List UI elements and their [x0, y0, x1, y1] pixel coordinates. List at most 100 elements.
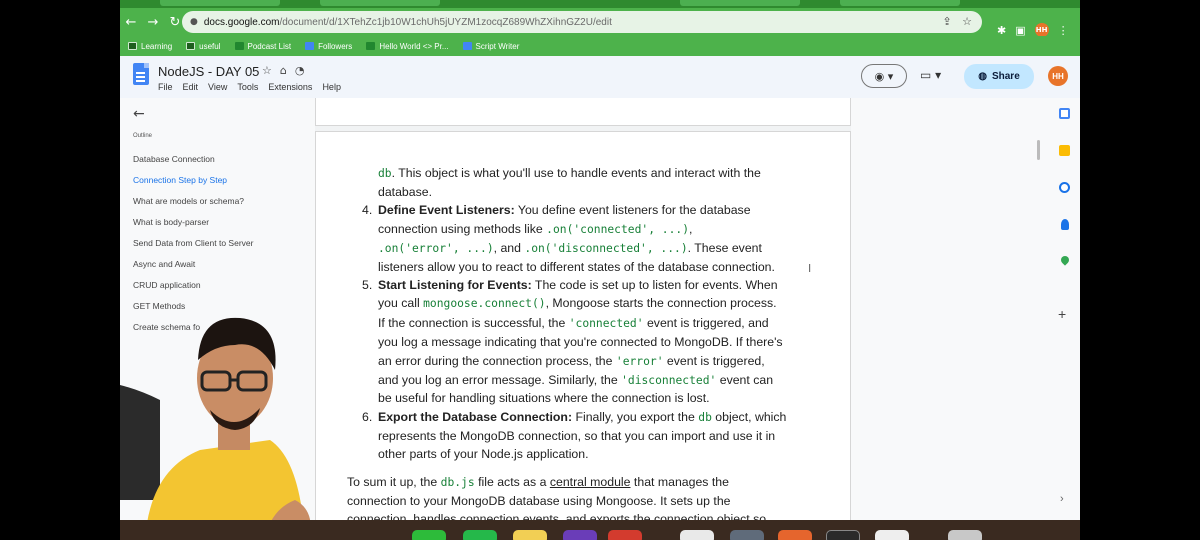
calendar-icon[interactable]: [1059, 108, 1070, 119]
text-span: Finally, you export the: [572, 410, 699, 424]
trash-icon[interactable]: [948, 530, 982, 540]
doc-status-icon[interactable]: ◔: [295, 64, 305, 77]
url-bar[interactable]: ● docs.google.com/document/d/1XTehZc1jb1…: [182, 11, 982, 33]
add-addon-icon[interactable]: +: [1058, 306, 1066, 322]
text-span: . These event: [687, 241, 762, 255]
terminal-icon[interactable]: [826, 530, 860, 540]
bold-span: Export the Database Connection:: [378, 410, 573, 424]
back-arrow-icon[interactable]: ←: [133, 106, 145, 122]
browser-tab[interactable]: [160, 0, 280, 6]
text-line: an error during the connection process, …: [378, 354, 765, 368]
text-line: be useful for handling situations where …: [378, 391, 710, 405]
menu-edit[interactable]: Edit: [183, 82, 199, 92]
whatsapp-icon[interactable]: [463, 530, 497, 540]
outline-item[interactable]: CRUD application: [133, 280, 303, 301]
text-line: listeners allow you to react to differen…: [378, 260, 775, 274]
browser-tab[interactable]: [320, 0, 440, 6]
bookmark-followers[interactable]: Followers: [305, 42, 352, 51]
share-button[interactable]: ◍ Share: [964, 64, 1034, 89]
text-line: you call mongoose.connect(), Mongoose st…: [378, 296, 777, 310]
outline-item[interactable]: What is body-parser: [133, 217, 303, 238]
menu-extensions[interactable]: Extensions: [268, 82, 312, 92]
dock: [120, 520, 1080, 540]
menu-file[interactable]: File: [158, 82, 173, 92]
document-page[interactable]: db. This object is what you'll use to ha…: [315, 98, 851, 540]
forward-icon[interactable]: →: [142, 15, 164, 30]
chevron-right-icon[interactable]: ›: [1060, 493, 1064, 505]
app-icon[interactable]: [680, 530, 714, 540]
outline-item[interactable]: Database Connection: [133, 154, 303, 175]
code-span: .on('error', ...): [378, 242, 494, 255]
outline-item[interactable]: What are models or schema?: [133, 196, 303, 217]
window-icon[interactable]: ▣: [1015, 24, 1025, 37]
doc-icon: [305, 42, 315, 50]
docs-header: NodeJS - DAY 05 ☆ ⌂ ◔ File Edit View Too…: [120, 56, 1080, 98]
list-number: 6.: [362, 410, 373, 424]
code-span: db: [378, 167, 392, 180]
back-icon[interactable]: ←: [120, 15, 142, 30]
google-docs-logo-icon[interactable]: [133, 63, 149, 85]
app-icon[interactable]: [563, 530, 597, 540]
meet-button[interactable]: ▭ ▾: [920, 68, 941, 82]
sheet-icon: [366, 42, 376, 50]
maps-icon[interactable]: [1059, 254, 1071, 266]
code-span: db: [698, 411, 712, 424]
code-span: .on('disconnected', ...): [524, 242, 688, 255]
text-line: connection to your MongoDB database usin…: [347, 494, 731, 508]
contacts-icon[interactable]: [1061, 219, 1069, 230]
webcam-overlay: [120, 317, 310, 540]
list-number: 4.: [362, 203, 373, 217]
app-icon[interactable]: [875, 530, 909, 540]
bookmark-learning[interactable]: Learning: [128, 42, 172, 51]
tab-strip: [120, 0, 1080, 8]
profile-avatar[interactable]: HH: [1034, 23, 1049, 37]
code-span: 'connected': [568, 317, 644, 330]
document-title[interactable]: NodeJS - DAY 05: [158, 64, 259, 79]
menu-help[interactable]: Help: [322, 82, 341, 92]
outline-item-active[interactable]: Connection Step by Step: [133, 175, 303, 196]
site-info-icon[interactable]: ●: [190, 17, 198, 27]
bookmark-label: Script Writer: [475, 41, 520, 51]
notes-icon[interactable]: [513, 530, 547, 540]
list-number: 5.: [362, 278, 373, 292]
text-span: event is triggered,: [663, 354, 765, 368]
bookmark-script-writer[interactable]: Script Writer: [462, 41, 520, 51]
scrollbar-thumb[interactable]: [1037, 140, 1040, 160]
outline-item[interactable]: Send Data from Client to Server: [133, 238, 303, 259]
text-span: file acts as a: [474, 475, 550, 489]
move-folder-icon[interactable]: ⌂: [280, 64, 287, 77]
facetime-icon[interactable]: [412, 530, 446, 540]
folder-icon: [186, 42, 196, 50]
text-line: If the connection is successful, the 'co…: [378, 316, 769, 330]
app-icon[interactable]: [778, 530, 812, 540]
text-line: .on('error', ...), and .on('disconnected…: [378, 241, 762, 255]
user-avatar[interactable]: HH: [1048, 66, 1068, 86]
eye-icon: ◉: [874, 69, 885, 83]
bookmark-label: Podcast List: [247, 41, 292, 51]
page-break: [315, 125, 851, 132]
outline-item[interactable]: Async and Await: [133, 259, 303, 280]
sheet-icon: [234, 42, 244, 50]
browser-tab[interactable]: [680, 0, 800, 6]
bookmark-hello-world[interactable]: Hello World <> Pr...: [366, 42, 449, 51]
editing-mode-button[interactable]: ◉ ▾: [861, 64, 907, 88]
keep-icon[interactable]: [1059, 145, 1070, 156]
outline-label: Outline: [133, 133, 153, 139]
kebab-menu-icon[interactable]: ⋮: [1058, 24, 1069, 37]
bookmark-star-icon[interactable]: ☆: [962, 15, 972, 28]
bookmark-label: Followers: [318, 41, 353, 51]
menu-view[interactable]: View: [208, 82, 227, 92]
browser-tab[interactable]: [840, 0, 960, 6]
app-icon[interactable]: [608, 530, 642, 540]
underlined-span: central module: [549, 475, 631, 489]
tasks-icon[interactable]: [1059, 182, 1070, 193]
menu-tools[interactable]: Tools: [237, 82, 258, 92]
bookmark-useful[interactable]: useful: [186, 42, 221, 51]
extensions-icon[interactable]: ✱: [997, 24, 1006, 37]
share-page-icon[interactable]: ⇪: [942, 15, 951, 28]
folder-icon: [128, 42, 137, 50]
app-icon[interactable]: [730, 530, 764, 540]
star-icon[interactable]: ☆: [262, 64, 272, 77]
bookmark-podcast-list[interactable]: Podcast List: [234, 41, 292, 51]
bookmarks-bar: Learning useful Podcast List Followers H…: [120, 36, 1080, 56]
